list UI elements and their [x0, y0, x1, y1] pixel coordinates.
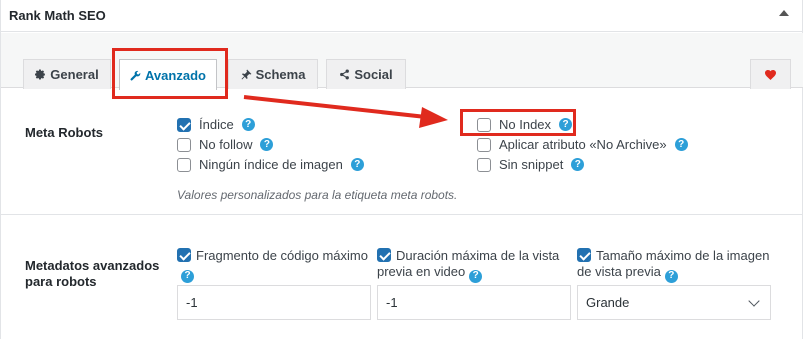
option-label: Fragmento de código máximo	[196, 248, 368, 263]
section-divider	[1, 214, 803, 215]
advanced-meta-label-line2: para robots	[25, 274, 97, 289]
rank-math-panel: Rank Math SEO General Avanzado Schema So…	[0, 0, 803, 339]
checkbox-label: Ningún índice de imagen	[199, 157, 343, 172]
help-icon[interactable]: ?	[559, 118, 573, 131]
input-value: -1	[186, 295, 198, 310]
collapse-arrow-icon[interactable]	[779, 10, 789, 16]
meta-robots-description: Valores personalizados para la etiqueta …	[177, 188, 458, 202]
select-value: Grande	[586, 295, 630, 310]
pin-icon	[241, 69, 252, 80]
max-video-preview-option[interactable]: Duración máxima de la vista previa en vi…	[377, 248, 571, 283]
tab-heart[interactable]	[750, 59, 791, 89]
checkbox[interactable]	[577, 248, 591, 262]
help-icon[interactable]: ?	[674, 138, 688, 151]
checkbox[interactable]	[377, 248, 391, 262]
checkbox-no-follow[interactable]: No follow ?	[177, 137, 274, 152]
checkbox-no-image-index[interactable]: Ningún índice de imagen ?	[177, 157, 364, 172]
panel-header[interactable]: Rank Math SEO	[1, 0, 803, 32]
checkbox-label: No Index	[499, 117, 552, 132]
checkbox-indice[interactable]: Índice ?	[177, 117, 255, 132]
checkbox-label: Índice	[199, 117, 234, 132]
tab-schema[interactable]: Schema	[228, 59, 318, 89]
checkbox[interactable]	[477, 157, 491, 172]
max-video-preview-input[interactable]: -1	[377, 285, 571, 320]
checkbox-label: Aplicar atributo «No Archive»	[499, 137, 667, 152]
checkbox-label: Sin snippet	[499, 157, 564, 172]
heart-icon	[765, 69, 776, 80]
tab-label: Social	[354, 67, 393, 82]
max-snippet-option[interactable]: Fragmento de código máximo?	[177, 248, 371, 283]
share-icon	[340, 69, 350, 80]
checkbox[interactable]	[477, 117, 491, 132]
checkbox[interactable]	[177, 157, 191, 172]
max-image-preview-option[interactable]: Tamaño máximo de la imagen de vista prev…	[577, 248, 777, 283]
wrench-icon	[130, 70, 141, 81]
checkbox[interactable]	[477, 137, 491, 152]
arrow-shaft	[243, 95, 427, 119]
chevron-down-icon	[748, 294, 760, 307]
tab-avanzado[interactable]: Avanzado	[119, 59, 217, 90]
checkbox-no-index[interactable]: No Index ?	[477, 117, 573, 132]
help-icon[interactable]: ?	[350, 158, 364, 171]
help-icon[interactable]: ?	[469, 269, 483, 283]
tab-label: General	[50, 67, 99, 82]
tab-social[interactable]: Social	[326, 59, 406, 89]
max-snippet-input[interactable]: -1	[177, 285, 371, 320]
advanced-meta-label: Metadatos avanzados para robots	[25, 258, 159, 290]
help-icon[interactable]: ?	[260, 138, 274, 151]
help-icon[interactable]: ?	[571, 158, 585, 171]
checkbox-no-archive[interactable]: Aplicar atributo «No Archive» ?	[477, 137, 688, 152]
checkbox-label: No follow	[199, 137, 253, 152]
advanced-meta-label-line1: Metadatos avanzados	[25, 258, 160, 273]
tabs-bar: General Avanzado Schema Social	[1, 33, 803, 90]
checkbox[interactable]	[177, 117, 191, 132]
panel-title: Rank Math SEO	[9, 8, 106, 23]
checkbox[interactable]	[177, 248, 191, 262]
input-value: -1	[386, 295, 398, 310]
max-image-preview-select[interactable]: Grande	[577, 285, 771, 320]
help-icon[interactable]: ?	[664, 269, 678, 283]
option-label: Duración máxima de la vista previa en vi…	[377, 248, 560, 279]
arrow-head	[419, 107, 448, 128]
help-icon[interactable]: ?	[241, 118, 255, 131]
gear-icon	[35, 69, 46, 80]
meta-robots-label: Meta Robots	[25, 125, 103, 140]
tab-general[interactable]: General	[23, 59, 111, 89]
help-icon[interactable]: ?	[181, 269, 194, 283]
tab-label: Avanzado	[145, 67, 206, 83]
tab-label: Schema	[255, 67, 306, 82]
checkbox[interactable]	[177, 137, 191, 152]
checkbox-no-snippet[interactable]: Sin snippet ?	[477, 157, 585, 172]
